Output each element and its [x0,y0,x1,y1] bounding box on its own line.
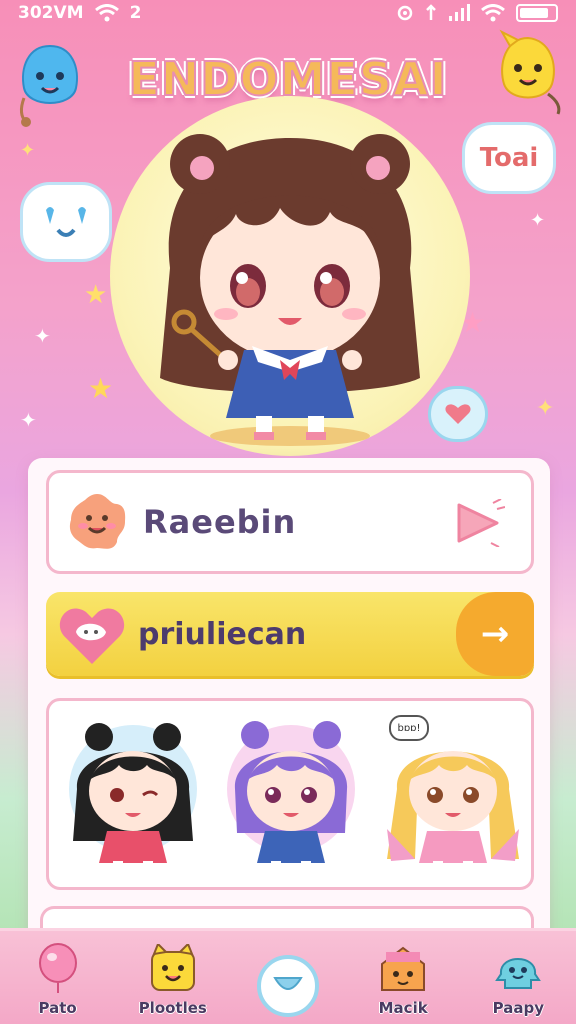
status-time: 302VM [18,3,84,23]
speech-bubble-left [20,182,112,262]
nav-item-paapy[interactable]: Paapy [468,931,568,1024]
sparkle-icon: ✦ [536,396,555,421]
secondary-menu-label: priuliecan [138,616,307,652]
sparkle-icon: ✦ [20,140,36,161]
wifi-icon-right [481,4,505,22]
play-icon [457,499,505,547]
status-bar: 302VM 2 [0,0,576,26]
status-signal-text: 2 [129,3,142,23]
blue-ghost-icon [492,943,544,995]
nav-label: Plootles [138,999,207,1017]
home-bubble-icon [256,955,319,1017]
nav-item-home[interactable] [238,931,338,1024]
face-bubble-icon [46,207,86,237]
character-select-card: bɒɒ! [46,698,534,890]
secondary-menu-button[interactable]: priuliecan → [46,592,534,676]
speech-bubble-text: Toai [479,143,539,173]
primary-menu-label: Raeebin [143,503,297,541]
character-black-hair[interactable] [63,709,203,881]
yellow-cat-icon [147,943,199,995]
arrow-right-icon[interactable]: → [456,592,534,676]
primary-menu-button[interactable]: Raeebin [46,470,534,574]
character-purple-hair[interactable] [221,709,361,881]
blue-mascot-icon [19,44,78,127]
sparkle-icon: ✦ [20,408,37,432]
nav-label: Macik [378,999,428,1017]
yellow-mascot-icon [499,29,561,115]
settings-status-icon [397,5,413,21]
character-speech-text: bɒɒ! [397,722,421,734]
sparkle-icon: ✦ [34,324,51,348]
heart-icon [445,404,471,424]
link-status-icon [426,4,436,20]
sparkle-icon: ★ [84,280,108,310]
sparkle-icon: ★ [88,372,114,405]
bottom-nav: Pato Plootles Macik Paapy [0,928,576,1024]
hero-character [160,134,420,446]
nav-item-macik[interactable]: Macik [353,931,453,1024]
nav-item-pato[interactable]: Pato [8,931,108,1024]
cell-signal-icon [449,4,470,21]
nav-item-plootles[interactable]: Plootles [123,931,223,1024]
heart-cat-icon [59,608,125,664]
nav-label: Paapy [492,999,545,1017]
battery-icon [516,4,558,22]
smiley-flower-icon [69,494,126,549]
speech-bubble-top-right: Toai [462,122,556,194]
balloon-icon [32,943,84,995]
wifi-icon [94,4,119,22]
character-speech-bubble: bɒɒ! [389,715,429,741]
house-cat-icon [377,943,429,995]
nav-label: Pato [38,999,77,1017]
sparkle-icon: ✦ [530,210,546,231]
